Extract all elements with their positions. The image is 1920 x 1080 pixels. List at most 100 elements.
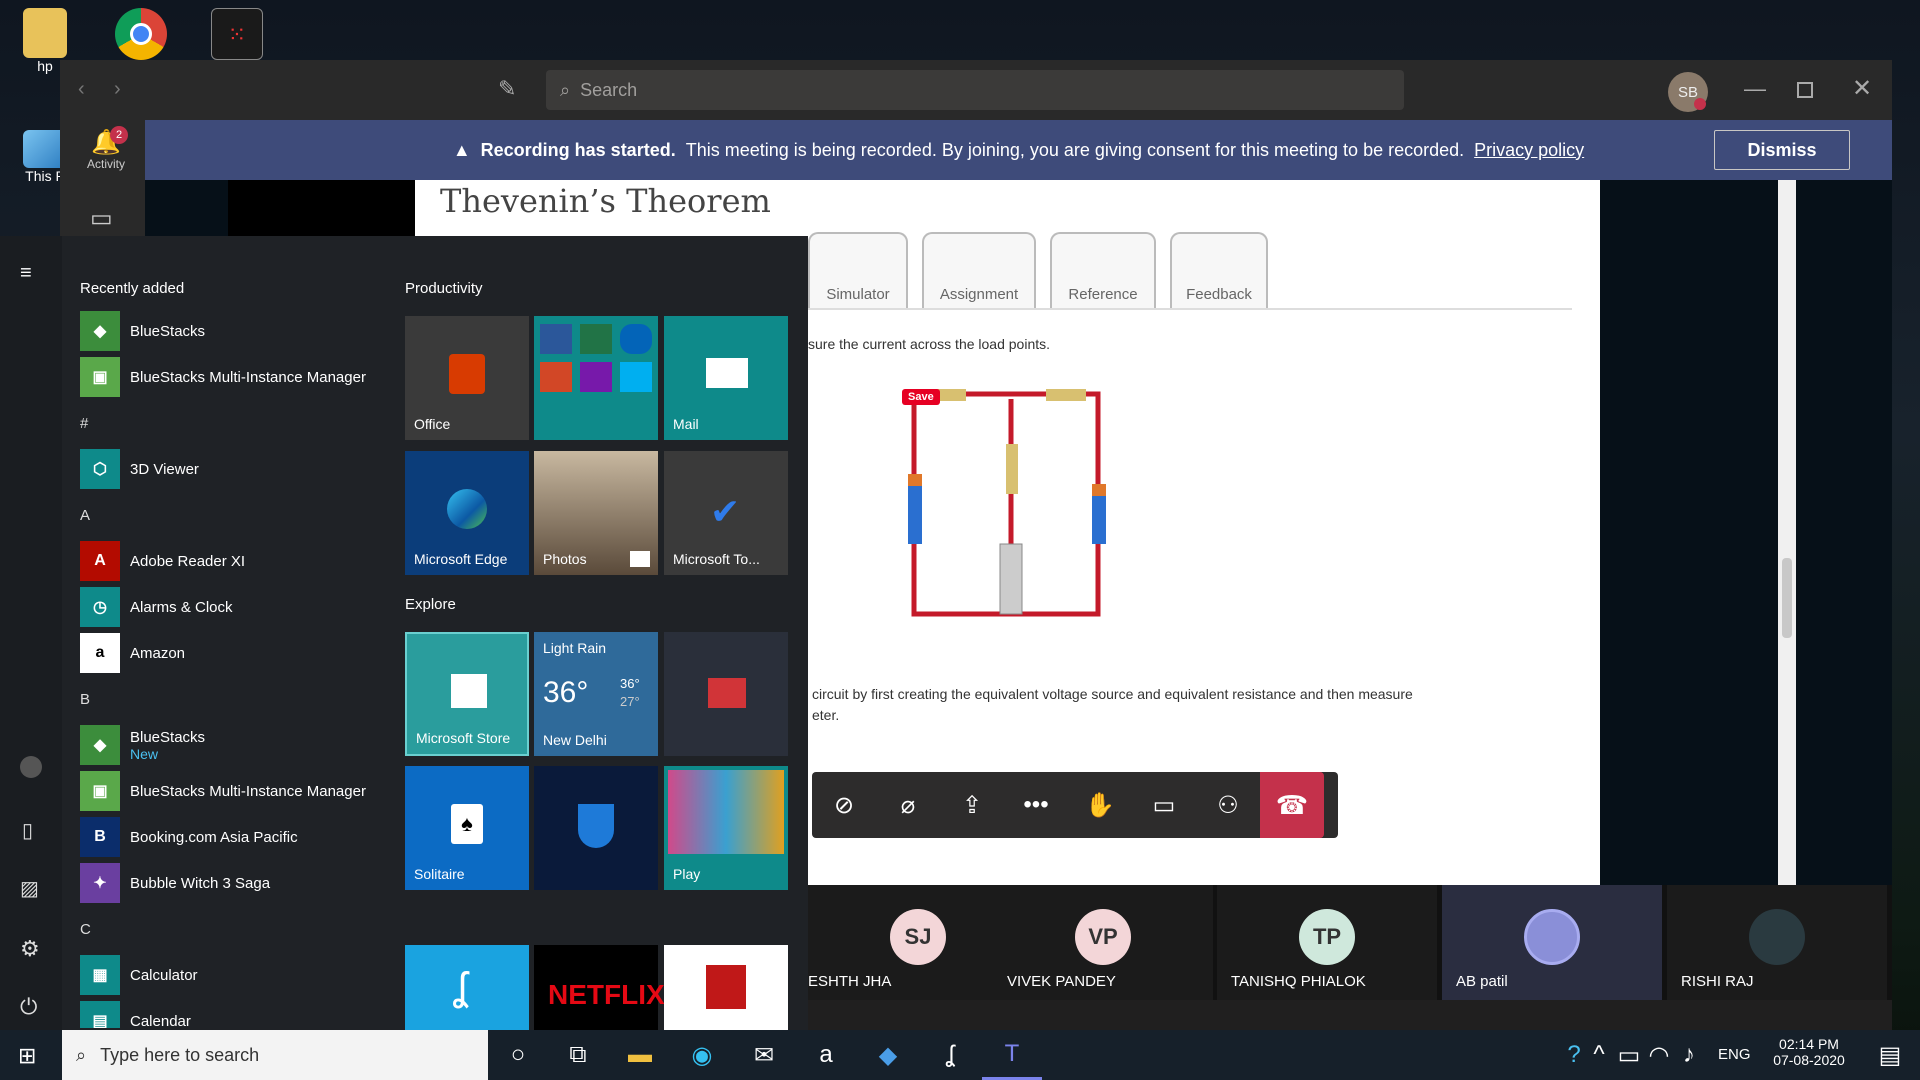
tile-security-app[interactable] xyxy=(664,945,788,1030)
tile-microsoft-todo[interactable]: ✔ Microsoft To... xyxy=(664,451,788,575)
clock[interactable]: 02:14 PM 07-08-2020 xyxy=(1764,1036,1854,1068)
more-actions-icon[interactable]: ••• xyxy=(1004,772,1068,838)
privacy-policy-link[interactable]: Privacy policy xyxy=(1474,140,1584,161)
windows-start-icon[interactable]: ⊞ xyxy=(18,1043,36,1069)
app-label: Bubble Witch 3 Saga xyxy=(130,874,271,892)
tab-simulator[interactable]: Simulator xyxy=(808,232,908,308)
clock-time: 02:14 PM xyxy=(1779,1036,1839,1052)
power-icon[interactable]: ⏻ xyxy=(20,994,37,1020)
hang-up-button[interactable]: ☎ xyxy=(1260,772,1324,838)
call-controls: ⊘ ⌀ ⇪ ••• ✋ ▭ ⚇ ☎ xyxy=(812,772,1338,838)
mail-envelope-icon xyxy=(706,358,748,388)
close-icon[interactable]: ✕ xyxy=(1852,74,1872,103)
volume-icon[interactable]: ♪ xyxy=(1674,1030,1704,1080)
documents-icon[interactable]: ▯ xyxy=(22,818,33,843)
notifications-icon[interactable]: ▤ xyxy=(1860,1030,1920,1080)
app-list-item[interactable]: ◷ Alarms & Clock xyxy=(80,584,380,630)
language-indicator[interactable]: ENG xyxy=(1718,1046,1751,1063)
app-list-item[interactable]: ◆ BlueStacks New xyxy=(80,722,380,768)
app-label-wrap: Booking.com Asia Pacific xyxy=(130,829,298,846)
compose-icon[interactable]: ✎ xyxy=(498,76,516,102)
participant-tile[interactable]: VP VIVEK PANDEY xyxy=(993,885,1213,1000)
tile-microsoft-store[interactable]: Microsoft Store xyxy=(405,632,529,756)
user-account-icon[interactable] xyxy=(20,756,42,778)
settings-gear-icon[interactable]: ⚙ xyxy=(20,936,40,962)
app-icon: a xyxy=(80,633,120,673)
app-list-item[interactable]: ◆ BlueStacks xyxy=(80,308,380,354)
teams-taskbar-icon[interactable]: T xyxy=(982,1030,1042,1080)
app-list-item[interactable]: ▦ Calculator xyxy=(80,952,380,998)
shield-icon xyxy=(578,804,614,848)
forward-arrow-icon[interactable]: › xyxy=(114,78,121,101)
tile-weather[interactable]: Light Rain 36° 36° 27° New Delhi xyxy=(534,632,658,756)
scrollbar-thumb[interactable] xyxy=(1782,558,1792,638)
tile-mail[interactable]: Mail xyxy=(664,316,788,440)
chat-icon[interactable]: ▭ xyxy=(90,204,113,233)
app-list-letter[interactable]: B xyxy=(80,676,380,722)
participants-icon[interactable]: ⚇ xyxy=(1196,772,1260,838)
dismiss-button[interactable]: Dismiss xyxy=(1714,130,1850,170)
task-view-icon[interactable]: ⧉ xyxy=(548,1030,608,1080)
file-explorer-icon[interactable]: ▬ xyxy=(610,1030,670,1080)
app-icon: A xyxy=(80,541,120,581)
minimize-icon[interactable]: — xyxy=(1744,76,1766,102)
app-list-item[interactable]: ✦ Bubble Witch 3 Saga xyxy=(80,860,380,906)
shared-slide-title: Thevenin’s Theorem xyxy=(440,182,771,220)
news-icon xyxy=(708,678,746,708)
tile-photos[interactable]: Photos xyxy=(534,451,658,575)
tile-play[interactable]: Play xyxy=(664,766,788,890)
tile-solitaire[interactable]: ♠ Solitaire xyxy=(405,766,529,890)
tile-sway[interactable]: ʆ xyxy=(405,945,529,1030)
battery-icon[interactable]: ▭ xyxy=(1614,1030,1644,1080)
app-list-letter[interactable]: C xyxy=(80,906,380,952)
tile-netflix[interactable]: NETFLIX xyxy=(534,945,665,1030)
participant-tile[interactable]: RISHI RAJ xyxy=(1667,885,1887,1000)
tab-feedback[interactable]: Feedback xyxy=(1170,232,1268,308)
shared-scrollbar[interactable] xyxy=(1778,180,1796,885)
mail-taskbar-icon[interactable]: ✉ xyxy=(734,1030,794,1080)
maximize-icon[interactable] xyxy=(1797,82,1813,98)
tile-vpn-app[interactable] xyxy=(534,766,658,890)
tab-assignment[interactable]: Assignment xyxy=(922,232,1036,308)
desktop-icon-app[interactable]: ⁙ xyxy=(192,8,282,60)
tile-microsoft-edge[interactable]: Microsoft Edge xyxy=(405,451,529,575)
hamburger-menu-icon[interactable]: ≡ xyxy=(20,262,32,285)
participant-tile[interactable]: TP TANISHQ PHIALOK xyxy=(1217,885,1437,1000)
tab-reference[interactable]: Reference xyxy=(1050,232,1156,308)
cortana-icon[interactable]: ○ xyxy=(488,1030,548,1080)
activity-badge: 2 xyxy=(110,126,128,144)
teams-search-input[interactable]: ⌕ Search xyxy=(546,70,1404,110)
app-list-item[interactable]: ▣ BlueStacks Multi-Instance Manager xyxy=(80,354,380,400)
pictures-icon[interactable]: ▨ xyxy=(20,876,39,901)
wifi-icon[interactable]: ◠ xyxy=(1644,1030,1674,1080)
app-list: ◆ BlueStacks ▣ BlueStacks Multi-Instance Ma… xyxy=(80,308,380,1028)
edge-taskbar-icon[interactable]: ◉ xyxy=(672,1030,732,1080)
mic-off-icon[interactable]: ⌀ xyxy=(876,772,940,838)
show-hidden-icons-icon[interactable]: ^ xyxy=(1584,1030,1614,1080)
app-list-letter[interactable]: A xyxy=(80,492,380,538)
amazon-taskbar-icon[interactable]: a xyxy=(796,1030,856,1080)
app-list-item[interactable]: a Amazon xyxy=(80,630,380,676)
app-list-item[interactable]: ⬡ 3D Viewer xyxy=(80,446,380,492)
share-screen-icon[interactable]: ⇪ xyxy=(940,772,1004,838)
desktop-icon-chrome[interactable] xyxy=(96,8,186,60)
app-list-item[interactable]: A Adobe Reader XI xyxy=(80,538,380,584)
participant-tile-active[interactable]: AB patil xyxy=(1442,885,1662,1000)
tile-news[interactable] xyxy=(664,632,788,756)
dropbox-icon[interactable]: ◆ xyxy=(858,1030,918,1080)
app-label-wrap: Amazon xyxy=(130,645,185,662)
app-list-letter[interactable]: # xyxy=(80,400,380,446)
tile-office[interactable]: Office xyxy=(405,316,529,440)
sway-taskbar-icon[interactable]: ʆ xyxy=(920,1030,980,1080)
pinterest-save-badge[interactable]: Save xyxy=(902,389,940,405)
app-list-item[interactable]: ▤ Calendar xyxy=(80,998,380,1028)
camera-off-icon[interactable]: ⊘ xyxy=(812,772,876,838)
raise-hand-icon[interactable]: ✋ xyxy=(1068,772,1132,838)
tile-office-apps-folder[interactable] xyxy=(534,316,658,440)
taskbar-search-box[interactable]: ⌕ Type here to search xyxy=(62,1030,488,1080)
chat-toggle-icon[interactable]: ▭ xyxy=(1132,772,1196,838)
app-list-item[interactable]: ▣ BlueStacks Multi-Instance Manager xyxy=(80,768,380,814)
app-label-wrap: BlueStacks xyxy=(130,323,205,340)
back-arrow-icon[interactable]: ‹ xyxy=(78,78,85,101)
app-list-item[interactable]: B Booking.com Asia Pacific xyxy=(80,814,380,860)
